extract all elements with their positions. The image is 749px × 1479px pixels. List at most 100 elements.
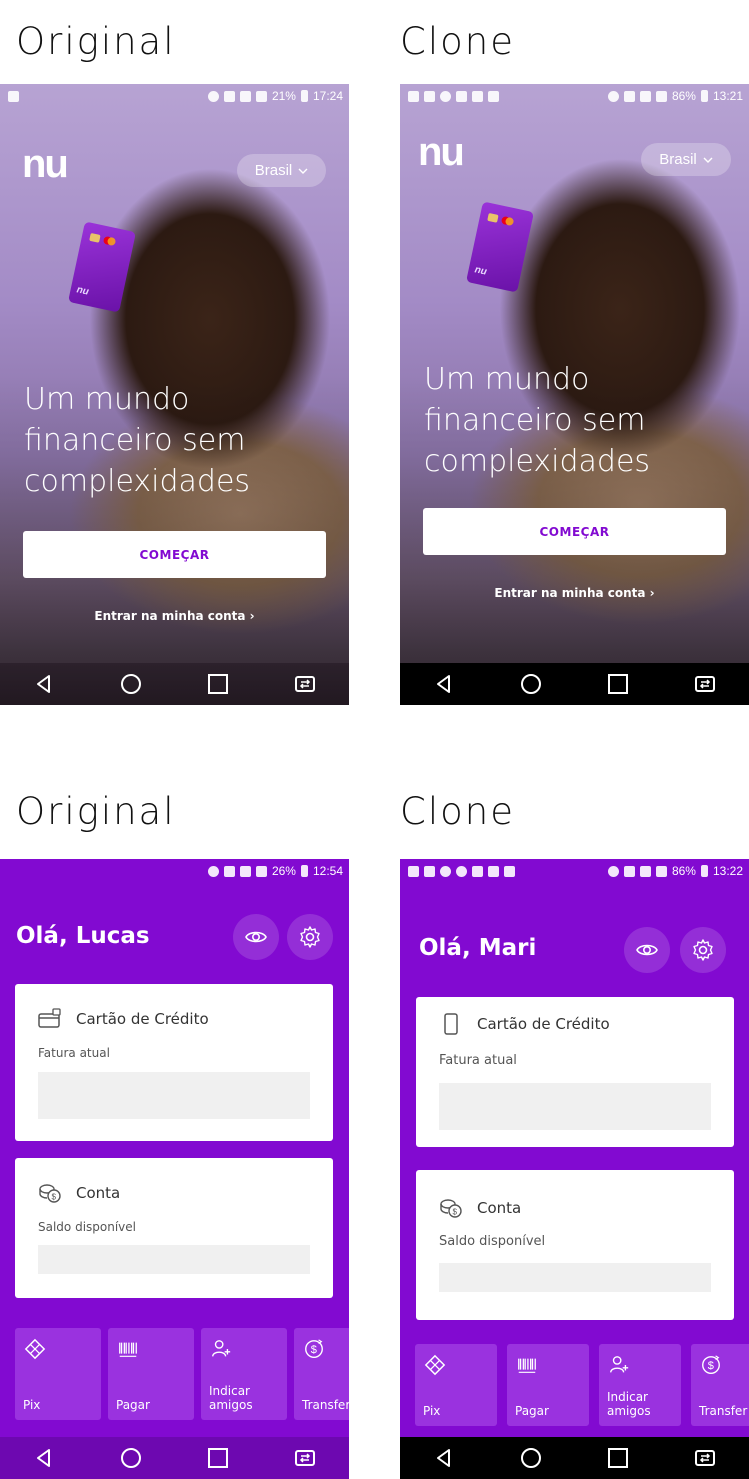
shortcut-pay[interactable]: Pagar <box>507 1344 589 1426</box>
greeting: Olá, Lucas <box>16 923 150 949</box>
toggle-visibility-button[interactable] <box>233 914 279 960</box>
back-icon[interactable] <box>433 1447 455 1469</box>
login-link[interactable]: Entrar na minha conta › <box>400 586 749 600</box>
account-title: Conta <box>477 1199 522 1217</box>
shortcuts-row: Pix Pagar Indicar amigos $ Transfer <box>415 1344 749 1426</box>
credit-card-header: Cartão de Crédito <box>38 1007 209 1031</box>
toggle-visibility-button[interactable] <box>624 927 670 973</box>
recents-icon[interactable] <box>207 673 229 695</box>
switch-app-icon[interactable] <box>294 673 316 695</box>
chevron-down-icon <box>703 157 713 163</box>
shortcut-invite-friends[interactable]: Indicar amigos <box>201 1328 287 1420</box>
welcome-screen-original: nu 21% 17:24 nu Brasil Um mundo financei… <box>0 84 349 705</box>
caption-clone-top: Clone <box>400 20 515 63</box>
account-panel[interactable]: $ Conta Saldo disponível <box>416 1170 734 1320</box>
navigation-bar <box>0 663 349 705</box>
battery-icon <box>700 90 708 102</box>
caption-original-top: Original <box>16 20 176 63</box>
shortcut-pay[interactable]: Pagar <box>108 1328 194 1420</box>
settings-button[interactable] <box>287 914 333 960</box>
recents-icon[interactable] <box>607 673 629 695</box>
caption-clone-bottom: Clone <box>400 790 515 833</box>
home-icon[interactable] <box>120 1447 142 1469</box>
signal-icon <box>255 865 267 877</box>
headline-line-3: complexidades <box>24 464 251 499</box>
svg-text:$: $ <box>311 1344 317 1356</box>
wifi-icon <box>239 865 251 877</box>
svg-text:$: $ <box>52 1193 57 1202</box>
status-bar: 26% 12:54 <box>0 859 349 883</box>
home-icon[interactable] <box>520 673 542 695</box>
clock: 17:24 <box>312 89 343 103</box>
nu-logo: nu <box>22 142 69 186</box>
coins-icon: $ <box>39 1184 61 1203</box>
shortcut-transfer[interactable]: $ Transfer <box>691 1344 749 1426</box>
credit-card-subtitle: Fatura atual <box>38 1046 110 1060</box>
back-icon[interactable] <box>33 673 55 695</box>
usb-icon <box>424 865 435 877</box>
caption-original-bottom: Original <box>16 790 176 833</box>
settings-button[interactable] <box>680 927 726 973</box>
app-notification-icon <box>440 865 451 877</box>
battery-text: 86% <box>671 89 696 103</box>
home-screen-original: 26% 12:54 Olá, Lucas Cartão de Crédito F… <box>0 859 349 1479</box>
login-link[interactable]: Entrar na minha conta › <box>0 609 349 623</box>
switch-app-icon[interactable] <box>694 673 716 695</box>
mute-icon <box>623 865 635 877</box>
recents-icon[interactable] <box>607 1447 629 1469</box>
home-screen-clone: 86% 13:22 Olá, Mari Cartão de Crédito Fa… <box>400 859 749 1479</box>
transfer-icon: $ <box>305 1339 323 1358</box>
shortcut-label: Pagar <box>116 1398 150 1412</box>
start-button[interactable]: COMEÇAR <box>423 508 726 555</box>
location-icon <box>207 90 219 102</box>
country-selector[interactable]: Brasil <box>237 154 326 187</box>
mute-icon <box>623 90 635 102</box>
home-icon[interactable] <box>520 1447 542 1469</box>
transfer-icon: $ <box>702 1355 720 1374</box>
credit-card-title: Cartão de Crédito <box>477 1015 610 1033</box>
home-icon[interactable] <box>120 673 142 695</box>
invoice-placeholder <box>439 1083 711 1130</box>
credit-card-panel[interactable]: Cartão de Crédito Fatura atual <box>15 984 333 1141</box>
location-icon <box>207 865 219 877</box>
eye-icon <box>636 944 658 956</box>
signal-icon <box>655 90 667 102</box>
message-icon <box>488 865 499 877</box>
credit-card-subtitle: Fatura atual <box>439 1053 517 1068</box>
back-icon[interactable] <box>33 1447 55 1469</box>
navigation-bar <box>400 1437 749 1479</box>
clock: 12:54 <box>312 864 343 878</box>
add-user-icon <box>212 1340 231 1357</box>
signal-icon <box>255 90 267 102</box>
eye-icon <box>245 931 267 943</box>
status-bar: 86% 13:21 <box>400 84 749 108</box>
gear-icon <box>300 926 320 948</box>
switch-app-icon[interactable] <box>694 1447 716 1469</box>
battery-icon <box>300 90 308 102</box>
chevron-down-icon <box>298 168 308 174</box>
credit-card-panel[interactable]: Cartão de Crédito Fatura atual <box>416 997 734 1147</box>
battery-text: 26% <box>271 864 296 878</box>
back-icon[interactable] <box>433 673 455 695</box>
shortcut-invite-friends[interactable]: Indicar amigos <box>599 1344 681 1426</box>
start-button[interactable]: COMEÇAR <box>23 531 326 578</box>
image-notification-icon <box>472 865 483 877</box>
wifi-icon <box>639 865 651 877</box>
shortcut-pix[interactable]: Pix <box>15 1328 101 1420</box>
shortcut-transfer[interactable]: $ Transfer <box>294 1328 349 1420</box>
country-label: Brasil <box>659 151 697 168</box>
mute-icon <box>223 90 235 102</box>
add-user-icon <box>610 1356 629 1373</box>
battery-text: 21% <box>271 89 296 103</box>
shortcut-label: Pix <box>423 1404 441 1418</box>
shortcut-pix[interactable]: Pix <box>415 1344 497 1426</box>
country-selector[interactable]: Brasil <box>641 143 731 176</box>
account-panel[interactable]: $ Conta Saldo disponível <box>15 1158 333 1298</box>
credit-card-header: Cartão de Crédito <box>439 1012 610 1036</box>
welcome-screen-clone: nu 86% 13:21 nu Brasil Um mundo financei… <box>400 84 749 705</box>
linkedin-icon <box>408 865 419 877</box>
switch-app-icon[interactable] <box>294 1447 316 1469</box>
recents-icon[interactable] <box>207 1447 229 1469</box>
shortcuts-row: Pix Pagar Indicar amigos $ Transfer <box>15 1328 349 1420</box>
pix-icon <box>424 1354 446 1376</box>
